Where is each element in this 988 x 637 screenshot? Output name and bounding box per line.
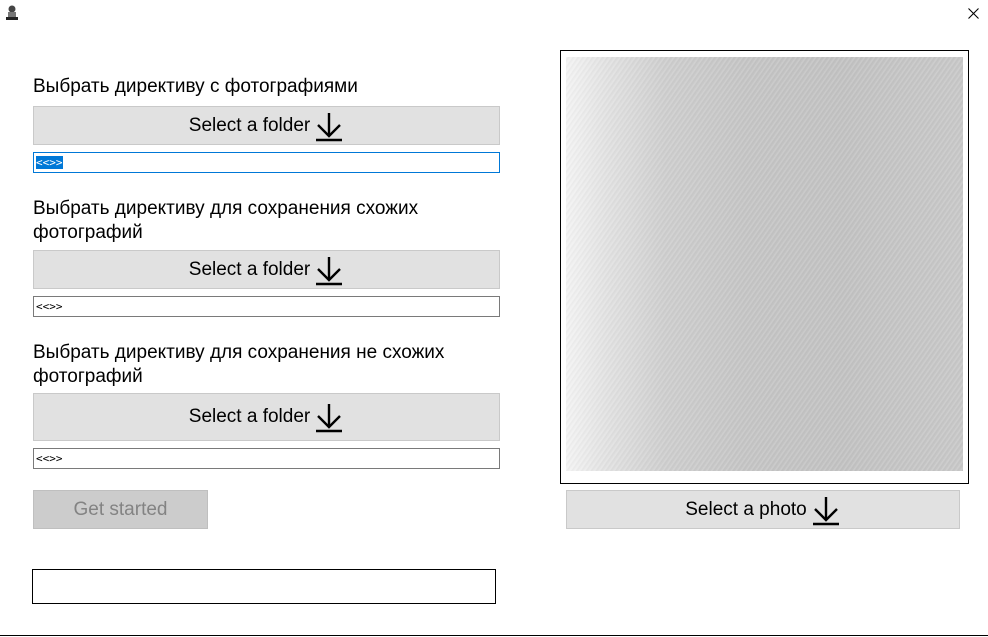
similar-folder-label: Выбрать директиву для сохранения схожих … <box>33 198 419 243</box>
arrow-down-icon <box>316 112 343 141</box>
select-source-folder-button[interactable]: Select a folder <box>33 106 500 145</box>
select-folder-label: Select a folder <box>188 258 311 280</box>
close-icon <box>967 7 979 19</box>
source-folder-label: Выбрать директиву с фотографиями <box>33 76 358 97</box>
dissimilar-folder-path-field[interactable]: <<>> <box>33 448 500 469</box>
status-field <box>32 569 496 604</box>
select-folder-label: Select a folder <box>188 406 311 427</box>
select-photo-button[interactable]: Select a photo <box>566 490 960 529</box>
get-started-button[interactable]: Get started <box>33 490 208 529</box>
source-folder-path-value: <<>> <box>36 156 63 169</box>
select-similar-folder-button[interactable]: Select a folder <box>33 250 500 289</box>
window-bottom-border <box>0 635 988 636</box>
select-dissimilar-folder-button[interactable]: Select a folder <box>33 393 500 441</box>
select-photo-label: Select a photo <box>685 498 807 520</box>
main-window: Выбрать директиву с фотографиями Select … <box>0 0 988 637</box>
arrow-down-icon <box>316 404 343 433</box>
app-icon <box>6 5 18 20</box>
arrow-down-icon <box>316 256 343 285</box>
photo-preview-frame <box>560 50 969 484</box>
similar-folder-path-field[interactable]: <<>> <box>33 296 500 317</box>
source-folder-path-field[interactable]: <<>> <box>33 152 500 173</box>
dissimilar-folder-label: Выбрать директиву для сохранения не схож… <box>33 342 445 387</box>
close-button[interactable] <box>958 0 988 26</box>
arrow-down-icon <box>812 496 839 525</box>
photo-preview-image <box>566 57 963 471</box>
select-folder-label: Select a folder <box>188 114 311 136</box>
